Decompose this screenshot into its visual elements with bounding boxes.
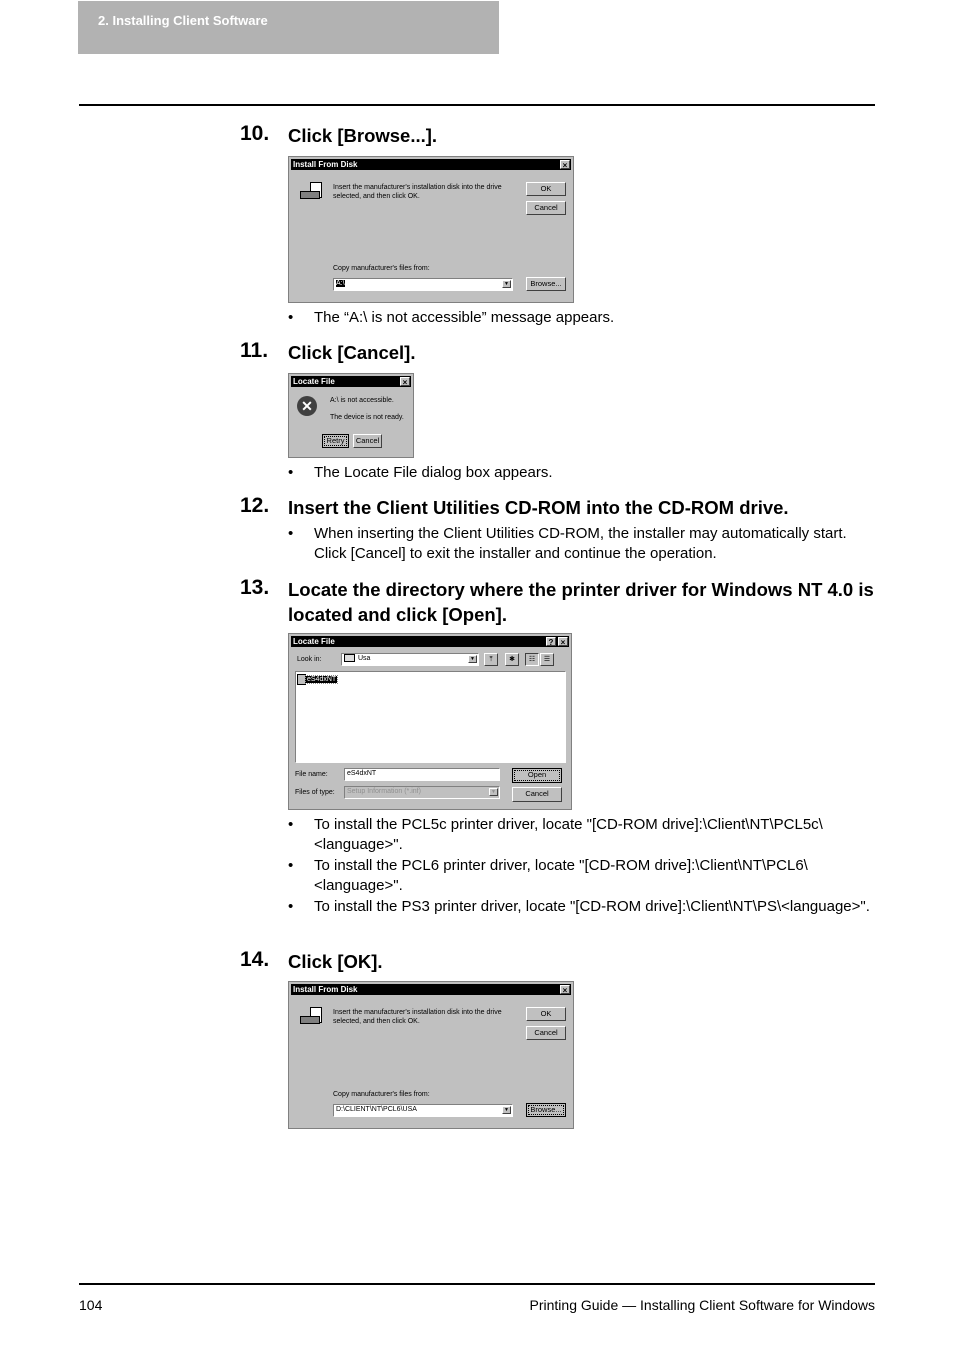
step-title: Click [Cancel]. <box>288 342 416 363</box>
copy-from-combobox[interactable]: D:\CLIENT\NT\PCL6\USA ▼ <box>333 1104 513 1117</box>
files-of-type-label: Files of type: <box>295 789 335 796</box>
file-item-name: eS4dxNT <box>304 675 339 685</box>
dialog-titlebar: Locate File × <box>291 376 411 387</box>
locate-file-error-dialog: Locate File × ✕ A:\ is not accessible. T… <box>288 373 414 458</box>
step-title: Locate the directory where the printer d… <box>288 579 874 625</box>
close-icon[interactable]: × <box>400 377 410 387</box>
dialog-titlebar: Locate File ? × <box>291 636 569 647</box>
help-icon[interactable]: ? <box>546 637 556 647</box>
open-button[interactable]: Open <box>512 768 562 783</box>
error-line-2: The device is not ready. <box>330 414 404 421</box>
step-number: 10. <box>240 122 270 145</box>
cancel-button[interactable]: Cancel <box>512 787 562 802</box>
dropdown-arrow-icon[interactable]: ▼ <box>468 655 477 663</box>
browse-button[interactable]: Browse... <box>526 277 566 291</box>
look-in-combobox[interactable]: Usa ▼ <box>341 653 479 666</box>
dialog-title: Locate File <box>293 377 335 386</box>
dialog-message: Insert the manufacturer's installation d… <box>333 1009 502 1025</box>
dialog-title: Install From Disk <box>293 985 358 994</box>
section-title: 2. Installing Client Software <box>98 13 268 28</box>
bullet-dot: • <box>288 309 294 326</box>
dropdown-arrow-icon[interactable]: ▼ <box>502 280 511 288</box>
dialog-titlebar: Install From Disk × <box>291 159 571 170</box>
bullet-text: To install the PCL6 printer driver, loca… <box>314 857 808 894</box>
file-name-input[interactable]: eS4dxNT <box>344 768 500 781</box>
bullet-dot: • <box>288 525 294 542</box>
close-icon[interactable]: × <box>558 637 568 647</box>
file-list-item[interactable]: eS4dxNT <box>297 674 339 685</box>
retry-button[interactable]: Retry <box>322 434 349 448</box>
ok-button[interactable]: OK <box>526 1007 566 1021</box>
bottom-rule <box>79 1283 875 1285</box>
copy-from-label: Copy manufacturer's files from: <box>333 1091 430 1098</box>
file-list[interactable]: eS4dxNT <box>295 671 566 763</box>
top-rule <box>79 104 875 106</box>
dialog-message: Insert the manufacturer's installation d… <box>333 184 502 200</box>
bullet-text: When inserting the Client Utilities CD-R… <box>314 525 847 562</box>
dialog-title: Locate File <box>293 637 335 646</box>
install-from-disk-dialog: Install From Disk × Insert the manufactu… <box>288 981 574 1129</box>
step-number: 11. <box>240 339 269 362</box>
copy-from-combobox[interactable]: A:\ ▼ <box>333 278 513 291</box>
bullet-dot: • <box>288 816 294 833</box>
footer-title: Printing Guide — Installing Client Softw… <box>529 1297 875 1313</box>
look-in-value: Usa <box>358 655 371 662</box>
section-header-tab: 2. Installing Client Software <box>78 1 499 54</box>
bullet-dot: • <box>288 898 294 915</box>
copy-from-label: Copy manufacturer's files from: <box>333 265 430 272</box>
disk-drive-icon <box>300 1007 322 1025</box>
path-value: A:\ <box>336 280 345 287</box>
file-name-label: File name: <box>295 771 328 778</box>
bullet-dot: • <box>288 464 294 481</box>
up-folder-icon[interactable]: ⤒ <box>484 653 498 666</box>
files-of-type-select[interactable]: Setup Information (*.inf) ▼ <box>344 786 500 799</box>
step-title: Insert the Client Utilities CD-ROM into … <box>288 497 789 518</box>
ok-button[interactable]: OK <box>526 182 566 196</box>
files-of-type-value: Setup Information (*.inf) <box>347 788 421 795</box>
list-view-icon[interactable]: ☷ <box>525 653 539 666</box>
error-line-1: A:\ is not accessible. <box>330 397 394 404</box>
folder-icon <box>344 654 355 663</box>
page-number: 104 <box>79 1297 103 1313</box>
look-in-label: Look in: <box>297 656 322 663</box>
bullet-text: To install the PCL5c printer driver, loc… <box>314 816 823 853</box>
step-number: 14. <box>240 948 270 971</box>
close-icon[interactable]: × <box>560 985 570 995</box>
bullet-text: The “A:\ is not accessible” message appe… <box>314 309 615 326</box>
cancel-button[interactable]: Cancel <box>526 1026 566 1040</box>
step-title: Click [Browse...]. <box>288 125 438 146</box>
dropdown-arrow-icon[interactable]: ▼ <box>502 1106 511 1114</box>
new-folder-icon[interactable]: ✱ <box>505 653 519 666</box>
cancel-button[interactable]: Cancel <box>353 434 382 448</box>
dialog-title: Install From Disk <box>293 160 358 169</box>
bullet-dot: • <box>288 857 294 874</box>
step-number: 12. <box>240 494 270 517</box>
details-view-icon[interactable]: ☰ <box>540 653 554 666</box>
dropdown-arrow-icon[interactable]: ▼ <box>489 788 498 796</box>
close-icon[interactable]: × <box>560 160 570 170</box>
browse-button[interactable]: Browse... <box>526 1103 566 1117</box>
bullet-text: The Locate File dialog box appears. <box>314 464 553 481</box>
bullet-text: To install the PS3 printer driver, locat… <box>314 898 870 915</box>
cancel-button[interactable]: Cancel <box>526 201 566 215</box>
locate-file-dialog: Locate File ? × Look in: Usa ▼ ⤒ ✱ ☷ ☰ e… <box>288 633 572 810</box>
path-value: D:\CLIENT\NT\PCL6\USA <box>336 1106 417 1113</box>
install-from-disk-dialog: Install From Disk × Insert the manufactu… <box>288 156 574 303</box>
step-number: 13. <box>240 576 270 599</box>
step-title: Click [OK]. <box>288 951 383 972</box>
dialog-titlebar: Install From Disk × <box>291 984 571 995</box>
disk-drive-icon <box>300 182 322 200</box>
setup-file-icon <box>297 674 306 685</box>
error-icon: ✕ <box>297 396 317 416</box>
